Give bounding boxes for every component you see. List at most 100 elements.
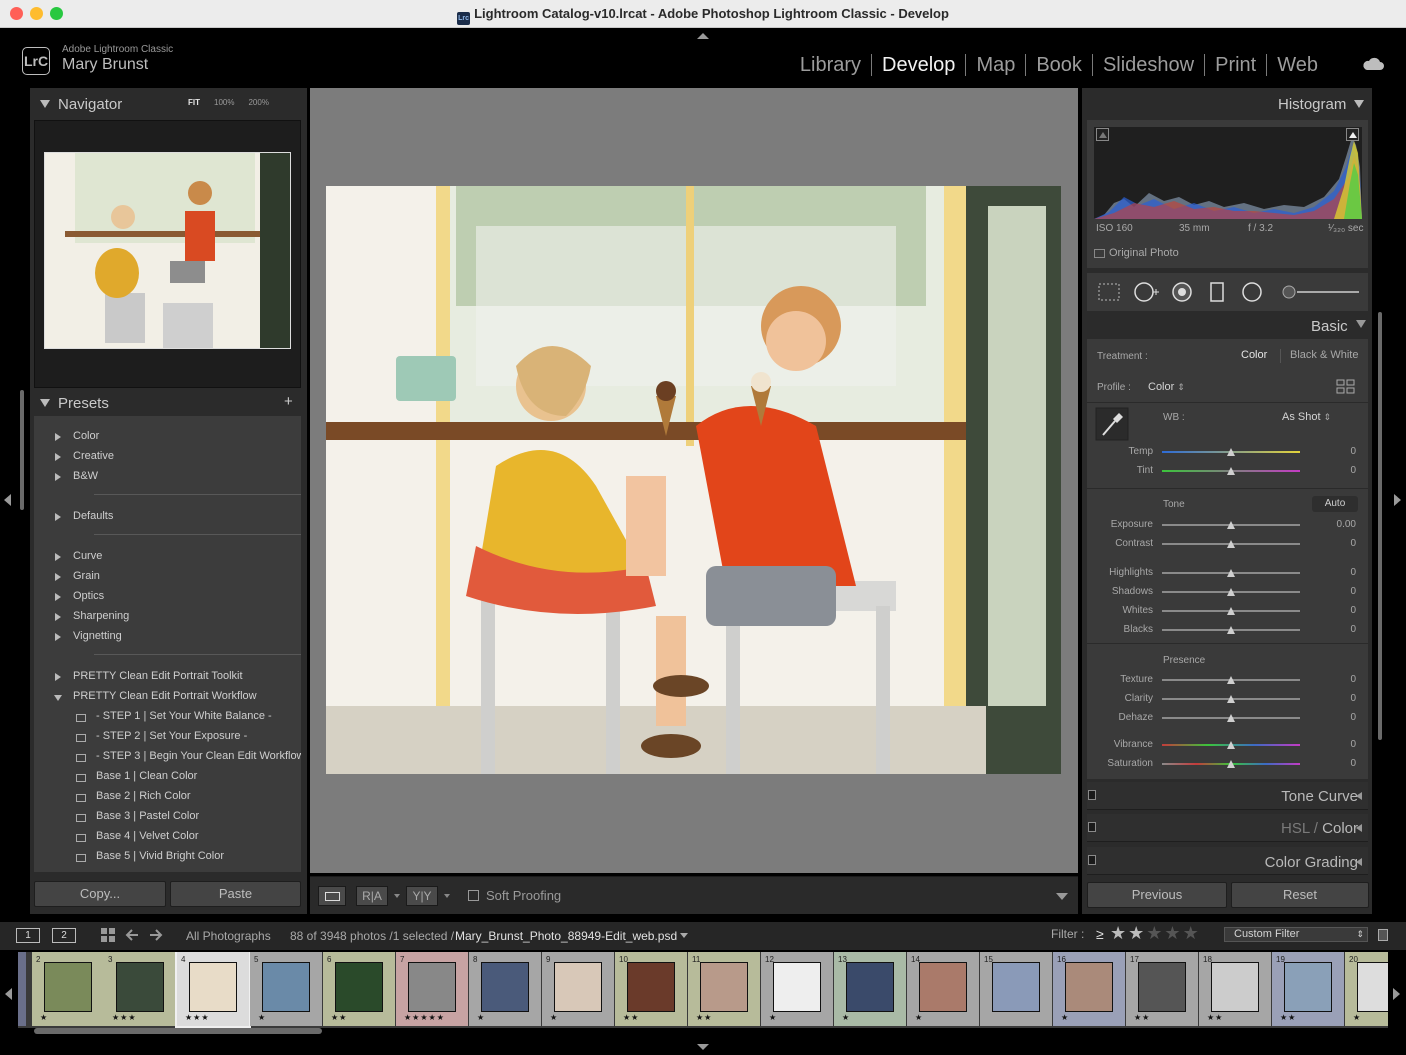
filmstrip-thumbnail[interactable]: 20 ★ xyxy=(1345,952,1388,1026)
filmstrip-thumbnail[interactable]: 15 xyxy=(980,952,1052,1026)
filmstrip-rating[interactable]: ★ xyxy=(1061,1013,1069,1022)
slider-thumb-shadows[interactable] xyxy=(1227,588,1235,596)
filmstrip-source[interactable]: All Photographs xyxy=(186,929,271,943)
filmstrip-rating[interactable]: ★★ xyxy=(623,1013,639,1022)
preset-folder[interactable]: Grain xyxy=(73,570,100,582)
shadow-clipping-indicator[interactable] xyxy=(1096,128,1109,141)
reset-button[interactable]: Reset xyxy=(1231,882,1369,908)
copy-button[interactable]: Copy... xyxy=(34,881,166,907)
preset-item[interactable]: - STEP 3 | Begin Your Clean Edit Workflo… xyxy=(96,750,301,762)
left-panel-toggle-icon[interactable] xyxy=(4,494,11,506)
filmstrip-rating[interactable]: ★★ xyxy=(1134,1013,1150,1022)
module-library[interactable]: Library xyxy=(790,54,871,76)
preset-folder[interactable]: Defaults xyxy=(73,510,113,522)
module-slideshow[interactable]: Slideshow xyxy=(1091,54,1204,76)
preset-item[interactable]: Base 2 | Rich Color xyxy=(96,790,191,802)
filmstrip-thumbnail[interactable]: 4 ★★★ xyxy=(175,952,251,1028)
grid-view-icon[interactable] xyxy=(100,927,116,943)
slider-value-vibrance[interactable]: 0 xyxy=(1316,739,1356,750)
profile-select[interactable]: Color ⇕ xyxy=(1148,381,1185,393)
spot-removal-tool-icon[interactable] xyxy=(1133,281,1161,303)
custom-filter-select[interactable]: Custom Filter ⇕ xyxy=(1224,927,1368,942)
preset-folder[interactable]: PRETTY Clean Edit Portrait Workflow xyxy=(73,690,257,702)
filmstrip-thumbnail[interactable]: 11 ★★ xyxy=(688,952,760,1026)
filmstrip-thumbnail[interactable]: 10 ★★ xyxy=(615,952,687,1026)
filmstrip-rating[interactable]: ★★ xyxy=(1280,1013,1296,1022)
secondary-display-button[interactable]: 2 xyxy=(52,928,76,943)
back-arrow-icon[interactable] xyxy=(124,927,140,943)
before-after-yy-button[interactable]: Y|Y xyxy=(406,886,438,906)
filter-star-5[interactable]: ★ xyxy=(1183,923,1201,943)
module-book[interactable]: Book xyxy=(1025,54,1092,76)
presets-header[interactable]: Presets xyxy=(40,395,109,412)
module-print[interactable]: Print xyxy=(1204,54,1266,76)
preset-folder[interactable]: Curve xyxy=(73,550,102,562)
histogram-graph[interactable] xyxy=(1094,127,1362,219)
filmstrip-rating[interactable]: ★★★★★ xyxy=(404,1013,445,1022)
add-preset-icon[interactable]: + xyxy=(284,394,296,409)
filmstrip-rating[interactable]: ★★★ xyxy=(185,1013,210,1022)
filmstrip-scrollbar[interactable] xyxy=(34,1028,322,1034)
preset-item[interactable]: Base 5 | Vivid Bright Color xyxy=(96,850,224,862)
collapsed-folder-icon[interactable] xyxy=(55,473,61,481)
zoom-100-button[interactable]: 100% xyxy=(214,98,234,107)
slider-value-whites[interactable]: 0 xyxy=(1316,605,1356,616)
filmstrip-rating[interactable]: ★ xyxy=(40,1013,48,1022)
collapsed-folder-icon[interactable] xyxy=(55,553,61,561)
filmstrip-thumbnail[interactable]: 3 ★★★ xyxy=(104,952,176,1026)
main-photo[interactable] xyxy=(326,186,1061,774)
slider-thumb-tint[interactable] xyxy=(1227,467,1235,475)
tone-curve-switch[interactable] xyxy=(1088,790,1096,800)
filter-star-1[interactable]: ★ xyxy=(1110,923,1128,943)
filmstrip-rating[interactable]: ★★ xyxy=(696,1013,712,1022)
filmstrip-thumbnail[interactable]: 2 ★ xyxy=(32,952,104,1026)
preset-folder[interactable]: Optics xyxy=(73,590,104,602)
filmstrip-rating[interactable]: ★ xyxy=(915,1013,923,1022)
collapse-top-panel-icon[interactable] xyxy=(697,33,709,39)
before-after-ra-dropdown-icon[interactable] xyxy=(394,894,400,898)
filter-operator[interactable]: ≥ xyxy=(1096,926,1104,942)
filmstrip-thumbnail[interactable]: 7 ★★★★★ xyxy=(396,952,468,1026)
tone-curve-expand-icon[interactable] xyxy=(1356,792,1362,800)
zoom-200-button[interactable]: 200% xyxy=(248,98,268,107)
preset-item[interactable]: Base 3 | Pastel Color xyxy=(96,810,199,822)
basic-header[interactable]: Basic xyxy=(1311,318,1348,335)
collapsed-folder-icon[interactable] xyxy=(55,513,61,521)
preset-item[interactable]: - STEP 2 | Set Your Exposure - xyxy=(96,730,247,742)
filmstrip-rating[interactable]: ★★ xyxy=(1207,1013,1223,1022)
collapsed-folder-icon[interactable] xyxy=(55,633,61,641)
basic-collapse-icon[interactable] xyxy=(1356,320,1366,328)
hsl-tab[interactable]: HSL xyxy=(1281,820,1310,837)
graduated-filter-tool-icon[interactable] xyxy=(1209,281,1225,303)
wb-select[interactable]: As Shot ⇕ xyxy=(1282,411,1331,423)
hsl-color-expand-icon[interactable] xyxy=(1356,824,1362,832)
red-eye-tool-icon[interactable] xyxy=(1171,281,1193,303)
preset-folder[interactable]: B&W xyxy=(73,470,98,482)
slider-value-clarity[interactable]: 0 xyxy=(1316,693,1356,704)
preset-item[interactable]: - STEP 1 | Set Your White Balance - xyxy=(96,710,272,722)
filmstrip-thumbnail[interactable]: 17 ★★ xyxy=(1126,952,1198,1026)
filmstrip-thumbnail[interactable]: 9 ★ xyxy=(542,952,614,1026)
filmstrip-thumbnail[interactable]: 16 ★ xyxy=(1053,952,1125,1026)
slider-value-highlights[interactable]: 0 xyxy=(1316,567,1356,578)
tone-auto-button[interactable]: Auto xyxy=(1312,496,1358,512)
collapse-filmstrip-icon[interactable] xyxy=(697,1044,709,1050)
filmstrip-filename[interactable]: Mary_Brunst_Photo_88949-Edit_web.psd xyxy=(455,929,689,943)
slider-thumb-temp[interactable] xyxy=(1227,448,1235,456)
collapsed-folder-icon[interactable] xyxy=(55,613,61,621)
slider-value-blacks[interactable]: 0 xyxy=(1316,624,1356,635)
slider-value-texture[interactable]: 0 xyxy=(1316,674,1356,685)
color-tab[interactable]: Color xyxy=(1322,820,1358,837)
filmstrip-rating[interactable]: ★ xyxy=(1353,1013,1361,1022)
before-after-yy-dropdown-icon[interactable] xyxy=(444,894,450,898)
filmstrip-rating[interactable]: ★ xyxy=(550,1013,558,1022)
collapsed-folder-icon[interactable] xyxy=(55,433,61,441)
filmstrip-thumbnail[interactable]: 13 ★ xyxy=(834,952,906,1026)
forward-arrow-icon[interactable] xyxy=(148,927,164,943)
filmstrip-thumbnail[interactable]: 18 ★★ xyxy=(1199,952,1271,1026)
filmstrip-rating[interactable]: ★ xyxy=(477,1013,485,1022)
slider-thumb-vibrance[interactable] xyxy=(1227,741,1235,749)
slider-thumb-exposure[interactable] xyxy=(1227,521,1235,529)
preset-item[interactable]: Base 1 | Clean Color xyxy=(96,770,197,782)
filmstrip-thumbnail[interactable]: 19 ★★ xyxy=(1272,952,1344,1026)
